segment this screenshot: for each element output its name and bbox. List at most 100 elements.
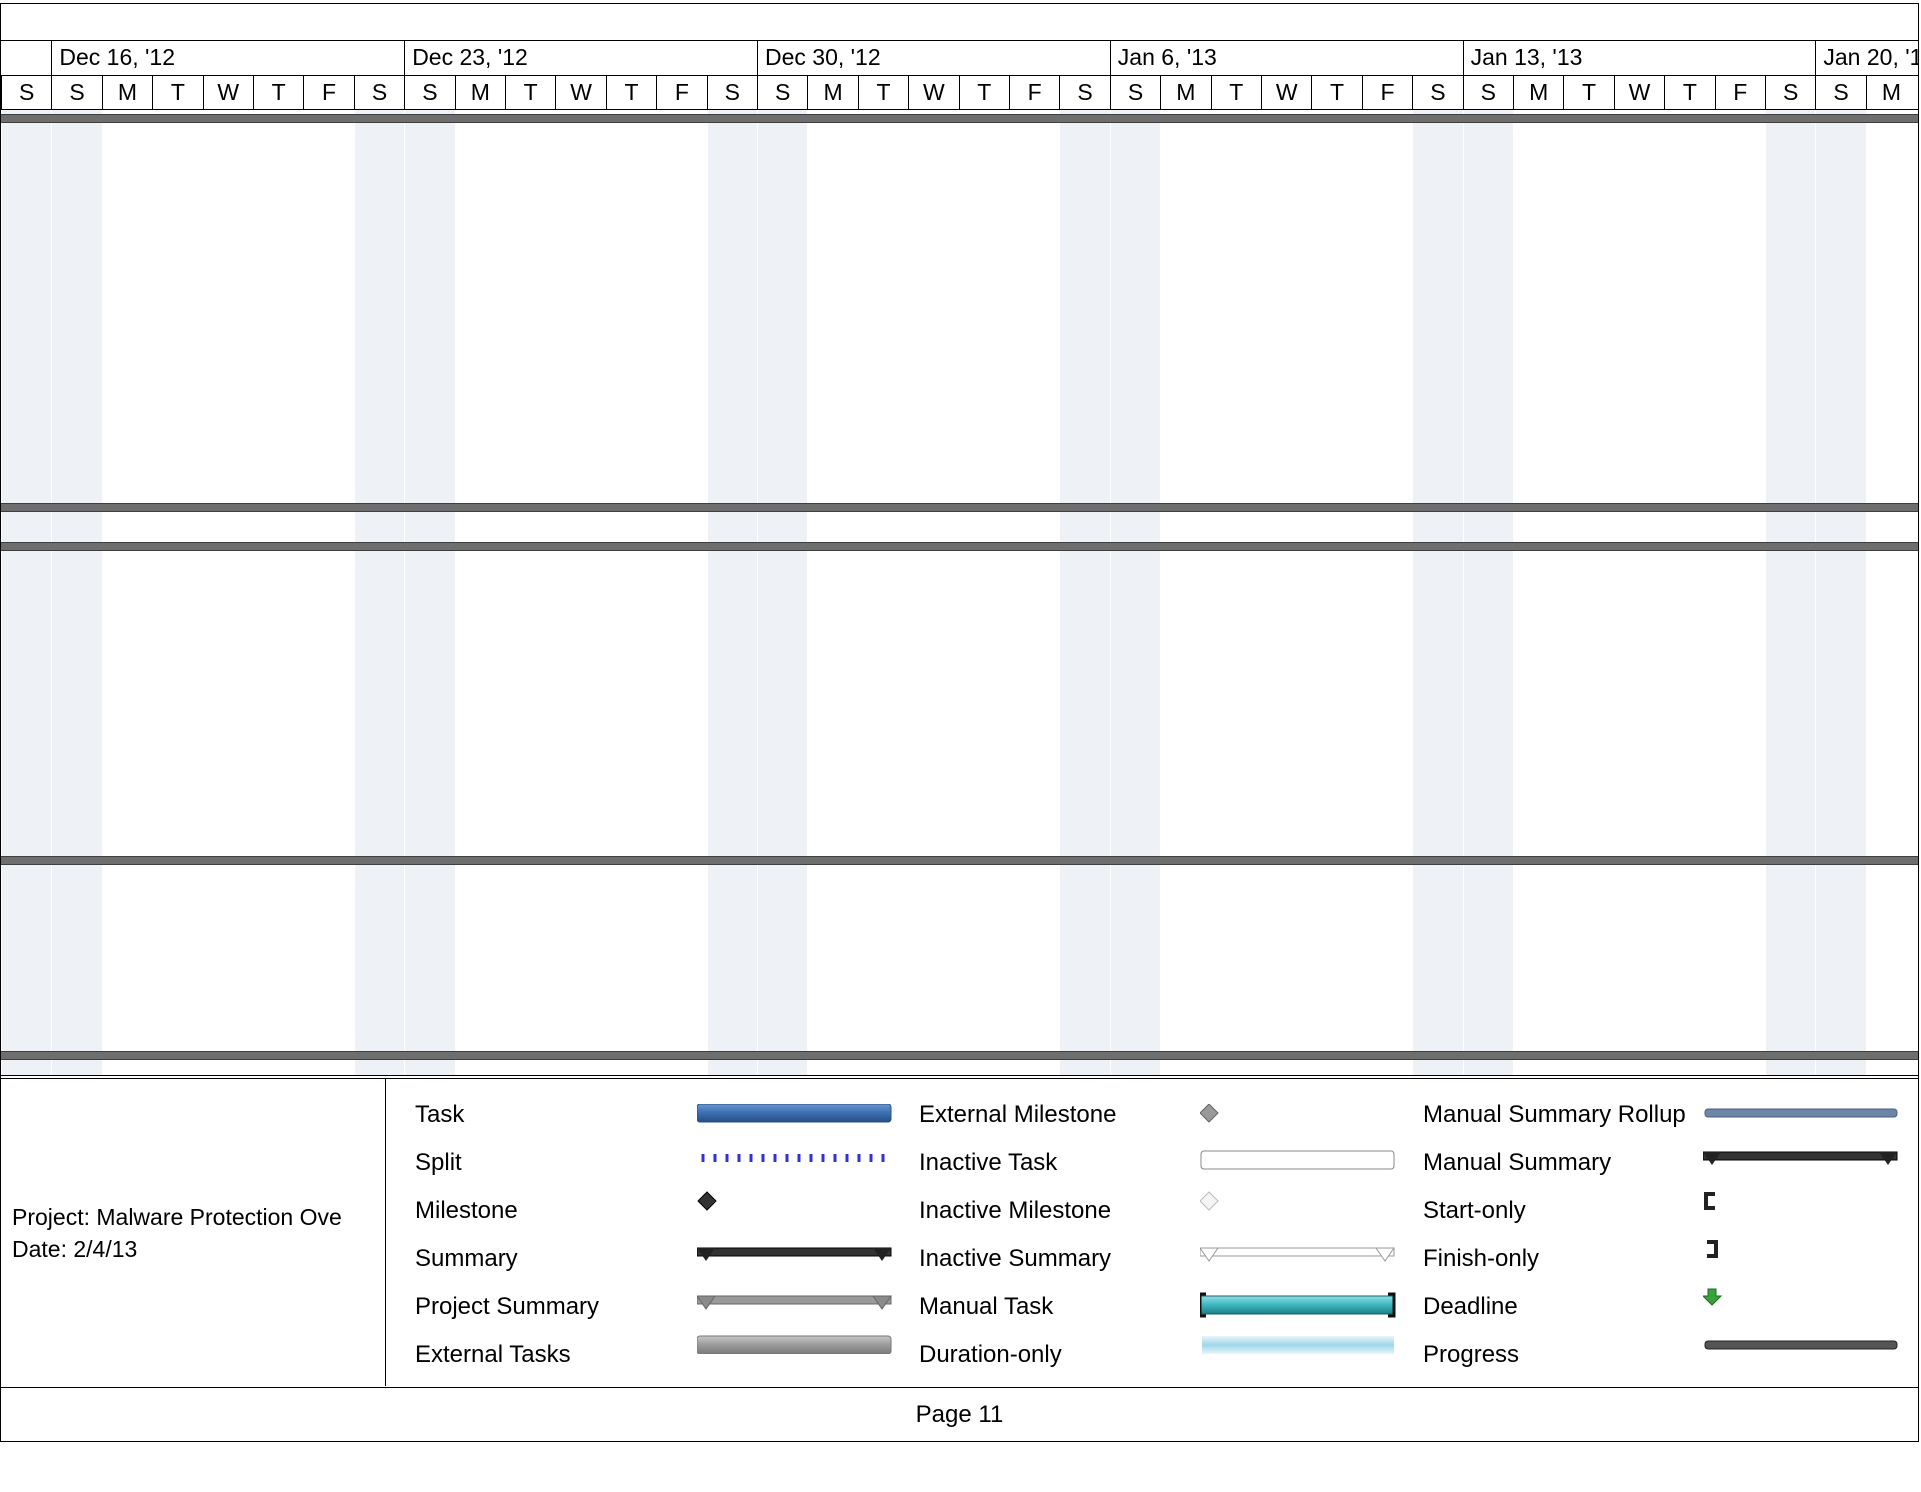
legend-label-inactive-milestone: Inactive Milestone bbox=[919, 1197, 1112, 1224]
day-label: S bbox=[706, 76, 757, 109]
progress-symbol bbox=[1704, 1340, 1898, 1350]
weekend-column bbox=[707, 110, 757, 1076]
legend-label-duration-only: Duration-only bbox=[919, 1341, 1062, 1368]
day-label: S bbox=[1059, 76, 1109, 109]
legend-label-manual-summary: Manual Summary bbox=[1423, 1149, 1612, 1176]
legend-label-external-tasks: External Tasks bbox=[415, 1341, 571, 1368]
day-label: T bbox=[1563, 76, 1613, 109]
legend-label-finish-only: Finish-only bbox=[1423, 1245, 1540, 1272]
day-label: T bbox=[253, 76, 303, 109]
legend-label-progress: Progress bbox=[1423, 1341, 1520, 1368]
manual-task-symbol bbox=[1200, 1292, 1396, 1318]
weekend-column bbox=[1110, 110, 1161, 1076]
finish-only-symbol bbox=[1707, 1240, 1718, 1258]
day-label: F bbox=[1009, 76, 1059, 109]
inactive-summary-symbol bbox=[1200, 1247, 1395, 1262]
legend-label-summary: Summary bbox=[415, 1245, 518, 1272]
legend-label-deadline: Deadline bbox=[1423, 1293, 1518, 1320]
day-label: M bbox=[1513, 76, 1563, 109]
chart-bottom-line bbox=[1, 1075, 1918, 1076]
day-label: S bbox=[404, 76, 454, 109]
weekend-column bbox=[52, 110, 102, 1076]
weekend-column bbox=[2, 110, 52, 1076]
project-summary-symbol bbox=[697, 1295, 892, 1310]
legend-label-manual-summary-rollup: Manual Summary Rollup bbox=[1423, 1101, 1686, 1128]
week-label: Dec 16, '12 bbox=[51, 40, 404, 75]
project-info: Project: Malware Protection Ove Date: 2/… bbox=[0, 1079, 386, 1386]
summary-symbol bbox=[697, 1247, 892, 1261]
day-label: W bbox=[202, 76, 253, 109]
task-bar-symbol bbox=[697, 1104, 892, 1123]
day-label: T bbox=[152, 76, 202, 109]
legend-label-project-summary: Project Summary bbox=[415, 1293, 600, 1320]
summary-row-bar-3 bbox=[1, 542, 1918, 551]
duration-only-symbol bbox=[1202, 1336, 1394, 1354]
day-label: M bbox=[101, 76, 152, 109]
weekend-column bbox=[1766, 110, 1816, 1076]
start-only-symbol bbox=[1704, 1192, 1715, 1210]
legend-label-start-only: Start-only bbox=[1423, 1197, 1526, 1224]
weekend-column bbox=[758, 110, 808, 1076]
weekend-column bbox=[354, 110, 405, 1076]
day-label: S bbox=[353, 76, 404, 109]
summary-row-bar-1 bbox=[1, 114, 1918, 123]
header-line-bottom bbox=[1, 109, 1918, 110]
summary-row-bar-5 bbox=[1, 1051, 1918, 1060]
day-label: W bbox=[908, 76, 958, 109]
summary-row-bar-2 bbox=[1, 503, 1918, 512]
weekend-column bbox=[405, 110, 455, 1076]
weekend-column bbox=[1060, 110, 1110, 1076]
legend-symbols-col3 bbox=[1703, 1108, 1898, 1350]
project-date: Date: 2/4/13 bbox=[12, 1236, 138, 1262]
week-label: Dec 23, '12 bbox=[404, 40, 757, 75]
day-label: T bbox=[1664, 76, 1714, 109]
day-label: S bbox=[1765, 76, 1815, 109]
day-label: W bbox=[1613, 76, 1664, 109]
day-label: S bbox=[1, 76, 51, 109]
week-label: Jan 6, '13 bbox=[1109, 40, 1463, 75]
legend-label-inactive-summary: Inactive Summary bbox=[919, 1245, 1112, 1272]
legend-symbols-col2 bbox=[1200, 1104, 1396, 1354]
day-label: T bbox=[1311, 76, 1361, 109]
day-label: T bbox=[958, 76, 1009, 109]
legend-label-manual-task: Manual Task bbox=[919, 1293, 1054, 1320]
day-label: W bbox=[555, 76, 605, 109]
external-tasks-symbol bbox=[697, 1335, 892, 1354]
week-label: Jan 20, '13 bbox=[1815, 40, 1918, 75]
day-label: S bbox=[51, 76, 101, 109]
legend-label-split: Split bbox=[415, 1149, 462, 1176]
day-label: T bbox=[605, 76, 656, 109]
day-label: F bbox=[303, 76, 353, 109]
legend-label-milestone: Milestone bbox=[415, 1197, 518, 1224]
day-label: M bbox=[454, 76, 505, 109]
legend-label-task: Task bbox=[415, 1101, 465, 1128]
split-symbol bbox=[701, 1154, 885, 1162]
gantt-chart: Dec 16, '12 Dec 23, '12 Dec 30, '12 Jan 6, … bbox=[1, 4, 1918, 1076]
deadline-symbol bbox=[1703, 1288, 1723, 1306]
day-label: F bbox=[1361, 76, 1412, 109]
day-label: S bbox=[757, 76, 807, 109]
inactive-milestone-symbol bbox=[1200, 1191, 1219, 1211]
day-label: M bbox=[1865, 76, 1916, 109]
day-label: T bbox=[505, 76, 555, 109]
day-label: S bbox=[1815, 76, 1865, 109]
day-label: M bbox=[807, 76, 857, 109]
legend-panel: Project: Malware Protection Ove Date: 2/… bbox=[0, 1078, 1919, 1388]
day-label: F bbox=[1714, 76, 1765, 109]
day-label: T bbox=[1210, 76, 1261, 109]
day-label: M bbox=[1160, 76, 1210, 109]
day-label: F bbox=[656, 76, 706, 109]
milestone-symbol bbox=[697, 1191, 717, 1211]
legend-symbols-col1 bbox=[697, 1104, 892, 1354]
day-label: T bbox=[857, 76, 908, 109]
week-label: Jan 13, '13 bbox=[1462, 40, 1816, 75]
page-footer: Page 11 bbox=[0, 1387, 1919, 1442]
summary-row-bar-4 bbox=[1, 856, 1918, 865]
legend-label-external-milestone: External Milestone bbox=[919, 1101, 1117, 1128]
weekend-column bbox=[1463, 110, 1513, 1076]
manual-summary-rollup-symbol bbox=[1704, 1108, 1898, 1118]
manual-summary-symbol bbox=[1703, 1151, 1898, 1165]
day-label: S bbox=[1412, 76, 1462, 109]
weekend-column bbox=[1413, 110, 1463, 1076]
day-label: W bbox=[1261, 76, 1311, 109]
